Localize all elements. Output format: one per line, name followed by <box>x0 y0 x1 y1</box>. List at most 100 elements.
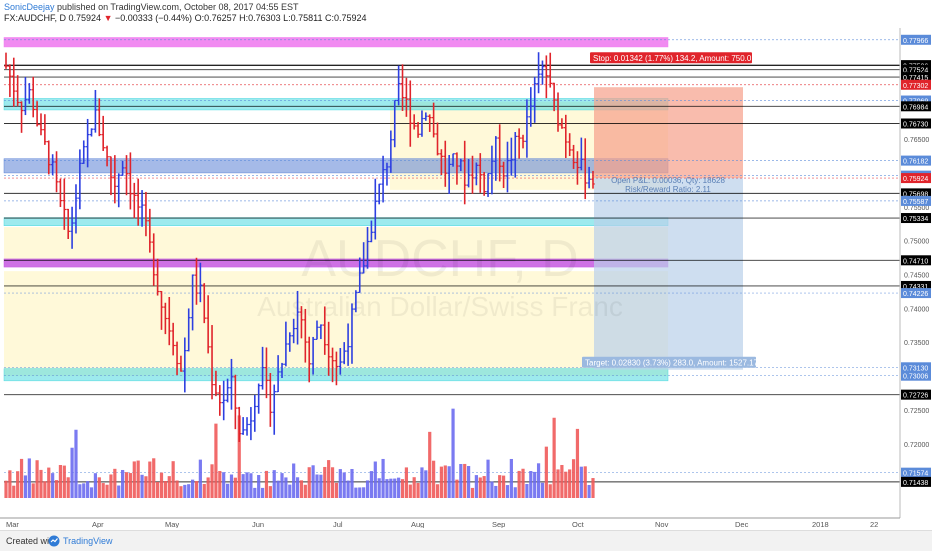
volume-bar-122 <box>478 477 482 498</box>
volume-bar-141 <box>552 417 556 498</box>
change-value: −0.00333 (−0.44%) <box>112 13 193 23</box>
price-label-19: 0.73006 <box>901 370 931 381</box>
svg-text:Stop: 0.01342 (1.77%) 134.2, A: Stop: 0.01342 (1.77%) 134.2, Amount: 750… <box>593 54 756 63</box>
volume-bar-92 <box>362 487 366 498</box>
change-arrow-icon: ▼ <box>103 13 113 23</box>
svg-text:0.73006: 0.73006 <box>903 374 928 381</box>
volume-bar-4 <box>19 458 24 498</box>
volume-bar-119 <box>467 466 471 498</box>
target-zone <box>594 178 743 370</box>
volume-bar-18 <box>74 429 78 498</box>
svg-text:0.72726: 0.72726 <box>903 393 928 400</box>
volume-bar-79 <box>311 465 315 498</box>
rr-label: Risk/Reward Ratio: 2.11 <box>625 185 711 194</box>
volume-bar-151 <box>591 478 595 498</box>
price-label-11: 0.75924 <box>901 173 931 184</box>
volume-bar-23 <box>93 473 98 498</box>
volume-bar-51 <box>202 483 206 498</box>
svg-text:0.76182: 0.76182 <box>903 159 928 166</box>
volume-bar-132 <box>517 470 521 498</box>
volume-bar-0 <box>4 480 8 498</box>
header-line-2: FX:AUDCHF, D 0.75924 ▼ −0.00333 (−0.44%)… <box>4 13 367 24</box>
last-price: 0.75924 <box>68 13 102 23</box>
volume-bar-81 <box>319 474 323 498</box>
volume-bar-87 <box>342 472 346 498</box>
volume-bar-78 <box>307 467 311 498</box>
volume-bar-100 <box>393 478 397 498</box>
watermark-ticker: AUDCHF, D <box>301 230 578 288</box>
volume-bar-30 <box>121 469 125 498</box>
x-tick-11: 22 <box>870 520 878 528</box>
volume-bar-45 <box>179 486 183 498</box>
target-label: Target: 0.02830 (3.73%) 283.0, Amount: 1… <box>582 356 759 368</box>
volume-bar-34 <box>136 460 140 498</box>
volume-bar-75 <box>295 477 300 498</box>
svg-text:0.74710: 0.74710 <box>903 258 928 265</box>
svg-text:0.71438: 0.71438 <box>903 480 928 487</box>
volume-bar-44 <box>175 480 179 498</box>
volume-bar-113 <box>443 465 447 498</box>
volume-bar-25 <box>101 483 105 498</box>
volume-bar-146 <box>571 459 576 498</box>
volume-bar-144 <box>564 471 568 498</box>
price-label-20: 0.72726 <box>901 389 931 400</box>
volume-bar-86 <box>338 469 342 498</box>
volume-bar-123 <box>482 476 486 498</box>
volume-bar-20 <box>82 483 86 498</box>
volume-bar-94 <box>369 471 374 498</box>
volume-bar-16 <box>66 477 70 498</box>
volume-bar-42 <box>167 476 171 498</box>
volume-bar-27 <box>109 474 113 498</box>
volume-bar-99 <box>389 478 393 498</box>
volume-bar-73 <box>288 484 292 498</box>
svg-text:0.71574: 0.71574 <box>903 471 928 478</box>
volume-bar-38 <box>152 458 156 498</box>
volume-bar-131 <box>513 487 517 498</box>
volume-bar-128 <box>501 475 506 498</box>
volume-bar-72 <box>284 477 288 498</box>
volume-bar-91 <box>358 487 362 498</box>
author-name[interactable]: SonicDeejay <box>4 2 55 12</box>
zone-1 <box>3 98 669 111</box>
y-tick-2: 0.76500 <box>904 137 929 144</box>
volume-bar-47 <box>187 484 191 498</box>
volume-bar-6 <box>27 458 31 498</box>
y-tick-6: 0.74500 <box>904 273 929 280</box>
volume-bar-140 <box>548 484 552 498</box>
volume-bar-74 <box>292 463 296 498</box>
volume-bar-96 <box>377 478 381 498</box>
volume-bar-55 <box>218 470 222 498</box>
volume-bar-64 <box>253 487 257 498</box>
tradingview-brand-link[interactable]: TradingView <box>63 536 113 546</box>
volume-bar-142 <box>556 469 560 498</box>
volume-bar-66 <box>260 487 265 498</box>
volume-bar-111 <box>435 484 440 498</box>
volume-bar-93 <box>365 480 370 498</box>
volume-bar-102 <box>400 479 405 498</box>
volume-bar-124 <box>486 459 490 498</box>
footer-bar: Created with TradingView <box>0 530 932 551</box>
volume-bar-85 <box>334 482 339 498</box>
ohlc-values: O:0.76257 H:0.76303 L:0.75811 C:0.75924 <box>192 13 367 23</box>
volume-bar-133 <box>521 468 525 498</box>
price-label-22: 0.71438 <box>901 476 931 487</box>
volume-bar-150 <box>587 484 591 498</box>
y-tick-7: 0.74000 <box>904 306 929 313</box>
volume-bar-70 <box>276 480 280 498</box>
price-label-17: 0.74226 <box>901 288 931 299</box>
volume-bar-43 <box>171 461 175 498</box>
price-chart[interactable]: AUDCHF, D Australian Dollar/Swiss Franc … <box>0 28 932 528</box>
volume-bar-46 <box>183 484 187 498</box>
volume-bar-31 <box>124 472 129 498</box>
watermark-name: Australian Dollar/Swiss Franc <box>257 291 623 322</box>
volume-bar-118 <box>463 463 467 498</box>
volume-bar-22 <box>89 487 94 498</box>
x-tick-0: Mar <box>6 520 19 528</box>
volume-bar-26 <box>105 484 109 498</box>
volume-bar-98 <box>385 479 389 498</box>
volume-bar-33 <box>132 461 136 498</box>
volume-bar-49 <box>194 481 199 498</box>
volume-bar-15 <box>62 465 66 498</box>
volume-bar-3 <box>16 471 20 498</box>
volume-bar-116 <box>455 479 459 498</box>
